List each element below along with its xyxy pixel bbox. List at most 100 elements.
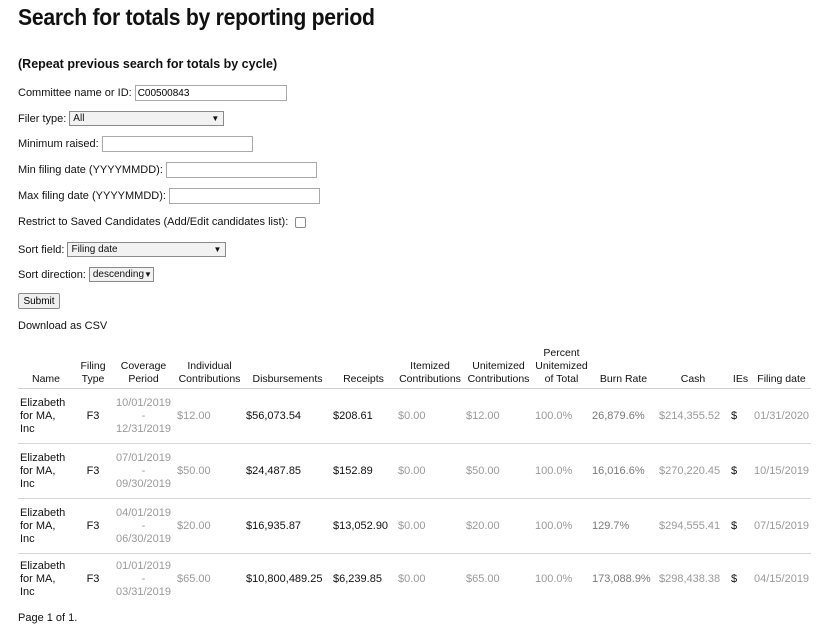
header-text: Coverage xyxy=(120,360,167,372)
cell-percent: 100.0% xyxy=(535,572,573,585)
max-date-label: Max filing date (YYYYMMDD): xyxy=(18,190,166,202)
cell-name: Elizabeth for MA, Inc xyxy=(18,443,74,499)
max-date-input[interactable] xyxy=(168,188,320,204)
header-text: Receipts xyxy=(343,373,384,385)
cell-text: 12/31/2019 xyxy=(115,422,172,435)
cell-cash: $214,355.52 xyxy=(657,388,729,444)
cell-text: - xyxy=(141,572,146,585)
cell-text: - xyxy=(141,464,146,477)
cell-ies: $ xyxy=(731,572,738,585)
cell-filing-date: 07/15/2019 xyxy=(752,498,812,554)
cell-receipts: $6,239.85 xyxy=(333,572,382,585)
chevron-down-icon: ▼ xyxy=(144,270,152,279)
min-raised-input[interactable] xyxy=(101,136,253,152)
cell-filing-type: F3 xyxy=(74,498,112,554)
cell-text: for MA, xyxy=(20,572,56,585)
cell-text: Inc xyxy=(20,585,35,598)
table-row[interactable]: Elizabeth for MA, Inc F3 07/01/2019-09/30/20… xyxy=(18,443,812,499)
column-header-coverage-period: Coverage Period xyxy=(112,347,175,389)
cell-itemized: $0.00 xyxy=(396,388,464,444)
cell-filing-type: F3 xyxy=(86,572,100,585)
cell-individual: $50.00 xyxy=(175,443,244,499)
cell-text: 10/01/2019 xyxy=(115,396,172,409)
sort-field-select[interactable]: Filing date ▼ xyxy=(67,242,227,257)
cell-text: Elizabeth xyxy=(20,506,66,519)
header-text: Unitemized xyxy=(535,360,588,372)
column-header-receipts: Receipts xyxy=(331,347,396,389)
sort-direction-select[interactable]: descending ▼ xyxy=(88,267,154,282)
column-header-name: Name xyxy=(18,347,74,389)
max-date-row: Max filing date (YYYYMMDD): xyxy=(18,188,320,204)
committee-input[interactable] xyxy=(134,85,287,101)
header-text: Period xyxy=(128,373,159,385)
cell-unitemized: $20.00 xyxy=(464,498,533,554)
cell-text: Inc xyxy=(20,532,35,545)
cell-text: - xyxy=(141,409,146,422)
column-header-ies: IEs xyxy=(729,347,752,389)
header-text: Individual xyxy=(187,360,232,372)
header-text: of Total xyxy=(544,373,579,385)
filer-type-select[interactable]: All ▼ xyxy=(69,111,225,126)
cell-filing-type: F3 xyxy=(74,388,112,444)
sort-direction-value: descending xyxy=(92,269,145,280)
cell-ies: $ xyxy=(729,443,752,499)
cell-period: 07/01/2019-09/30/2019 xyxy=(112,443,175,499)
restrict-label: Restrict to Saved Candidates (Add/Edit c… xyxy=(18,216,289,228)
cell-disbursements: $10,800,489.25 xyxy=(246,572,323,585)
cell-individual: $65.00 xyxy=(177,572,211,585)
sort-field-label: Sort field: xyxy=(18,243,65,256)
cell-filing-date: 10/15/2019 xyxy=(752,443,812,499)
chevron-down-icon: ▼ xyxy=(213,245,222,254)
min-date-input[interactable] xyxy=(165,162,317,178)
cell-period: 10/01/2019-12/31/2019 xyxy=(112,388,175,444)
header-text: Cash xyxy=(680,373,706,385)
cell-text: Elizabeth xyxy=(20,451,66,464)
column-header-individual-contributions: Individual Contributions xyxy=(175,347,244,389)
cell-text: Inc xyxy=(20,422,35,435)
cell-receipts: $13,052.90 xyxy=(331,498,396,554)
cell-name: Elizabeth for MA, Inc xyxy=(18,498,74,554)
cell-disbursements: $16,935.87 xyxy=(244,498,331,554)
cell-text: 03/31/2019 xyxy=(115,585,172,598)
cell-disbursements: $24,487.85 xyxy=(244,443,331,499)
cell-receipts: $208.61 xyxy=(331,388,396,444)
pagination-text: Page 1 of 1. xyxy=(18,612,78,624)
cell-period: 04/01/2019-06/30/2019 xyxy=(112,498,175,554)
table-row[interactable]: Elizabeth for MA, Inc F3 10/01/2019-12/31/20… xyxy=(18,388,812,444)
filer-type-row: Filer type: All ▼ xyxy=(18,111,225,126)
min-raised-row: Minimum raised: xyxy=(18,136,253,152)
restrict-checkbox[interactable] xyxy=(295,216,307,228)
table-row[interactable]: Elizabeth for MA, Inc F3 04/01/2019-06/30/20… xyxy=(18,498,812,554)
cell-cash: $298,438.38 xyxy=(659,572,721,585)
submit-button[interactable]: Submit xyxy=(18,293,60,309)
cell-disbursements: $56,073.54 xyxy=(244,388,331,444)
restrict-row: Restrict to Saved Candidates (Add/Edit c… xyxy=(18,216,307,228)
header-text: Name xyxy=(31,373,60,385)
min-date-row: Min filing date (YYYYMMDD): xyxy=(18,162,317,178)
header-text: Filing xyxy=(80,360,106,372)
header-text: Contributions xyxy=(399,373,461,385)
cell-unitemized: $50.00 xyxy=(464,443,533,499)
download-csv-link[interactable]: Download as CSV xyxy=(18,320,107,332)
cell-text: for MA, xyxy=(20,464,56,477)
header-text: Unitemized xyxy=(472,360,525,372)
page-title: Search for totals by reporting period xyxy=(18,4,375,30)
cell-period: 01/01/2019-03/31/2019 xyxy=(112,554,175,605)
column-header-unitemized-contributions: Unitemized Contributions xyxy=(464,347,533,389)
cell-text: for MA, xyxy=(20,519,56,532)
min-date-label: Min filing date (YYYYMMDD): xyxy=(18,164,163,176)
cell-unitemized: $12.00 xyxy=(464,388,533,444)
column-header-itemized-contributions: Itemized Contributions xyxy=(396,347,464,389)
header-text: Contributions xyxy=(467,373,530,385)
header-text: Type xyxy=(81,373,105,385)
repeat-search-link[interactable]: (Repeat previous search for totals by cy… xyxy=(18,57,277,71)
cell-text: Inc xyxy=(20,477,35,490)
cell-text: 04/01/2019 xyxy=(115,506,172,519)
header-text: Itemized xyxy=(410,360,450,372)
sort-direction-label: Sort direction: xyxy=(18,268,86,281)
table-row[interactable]: Elizabeth for MA, Inc F3 01/01/2019-03/31/20… xyxy=(18,554,811,605)
cell-text: - xyxy=(141,519,146,532)
cell-itemized: $0.00 xyxy=(396,498,464,554)
cell-burn-rate: 26,879.6% xyxy=(590,388,657,444)
column-header-percent-unitemized: Percent Unitemized of Total xyxy=(533,347,590,389)
